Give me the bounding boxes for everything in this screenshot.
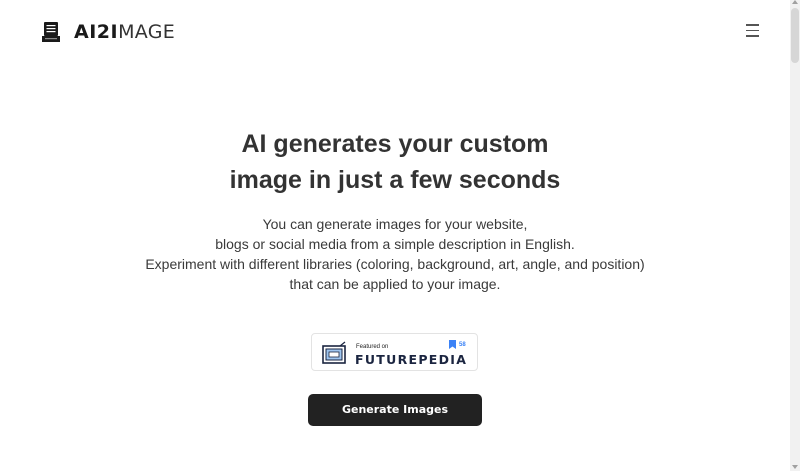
logo-wordmark: AI2IMAGE xyxy=(74,20,175,44)
hero-text-line4: that can be applied to your image. xyxy=(289,276,501,292)
hero-title: AI generates your custom image in just a… xyxy=(0,126,790,198)
hero-title-line1: AI generates your custom xyxy=(241,130,549,158)
scrollbar-thumb[interactable] xyxy=(791,8,799,63)
scroll-up-arrow-icon[interactable] xyxy=(792,0,798,4)
bookmark-icon xyxy=(449,340,456,349)
logo-light-text: MAGE xyxy=(118,21,176,43)
hero-description: You can generate images for your website… xyxy=(0,214,790,294)
document-icon xyxy=(42,22,60,42)
badge-brand-text: FUTUREPEDIA xyxy=(355,352,468,367)
badge-featured-text: Featured on xyxy=(356,344,389,350)
hero-text-line2: blogs or social media from a simple desc… xyxy=(215,236,575,252)
hero-text-line3: Experiment with different libraries (col… xyxy=(145,256,645,272)
scroll-down-arrow-icon[interactable] xyxy=(792,465,798,469)
hamburger-menu-icon[interactable] xyxy=(744,24,762,40)
futurepedia-badge[interactable]: Featured on FUTUREPEDIA 58 xyxy=(311,333,478,371)
generate-images-button[interactable]: Generate Images xyxy=(308,394,482,426)
logo-bold-text: AI2I xyxy=(74,21,119,43)
badge-upvote-count: 58 xyxy=(449,340,466,349)
futurepedia-logo-icon xyxy=(322,341,346,364)
hero-title-line2: image in just a few seconds xyxy=(229,166,561,194)
site-header: AI2IMAGE xyxy=(0,0,790,62)
page-scrollbar[interactable] xyxy=(790,0,800,471)
site-logo[interactable]: AI2IMAGE xyxy=(42,20,175,44)
badge-count-number: 58 xyxy=(459,341,466,348)
hero-text-line1: You can generate images for your website… xyxy=(262,216,528,232)
